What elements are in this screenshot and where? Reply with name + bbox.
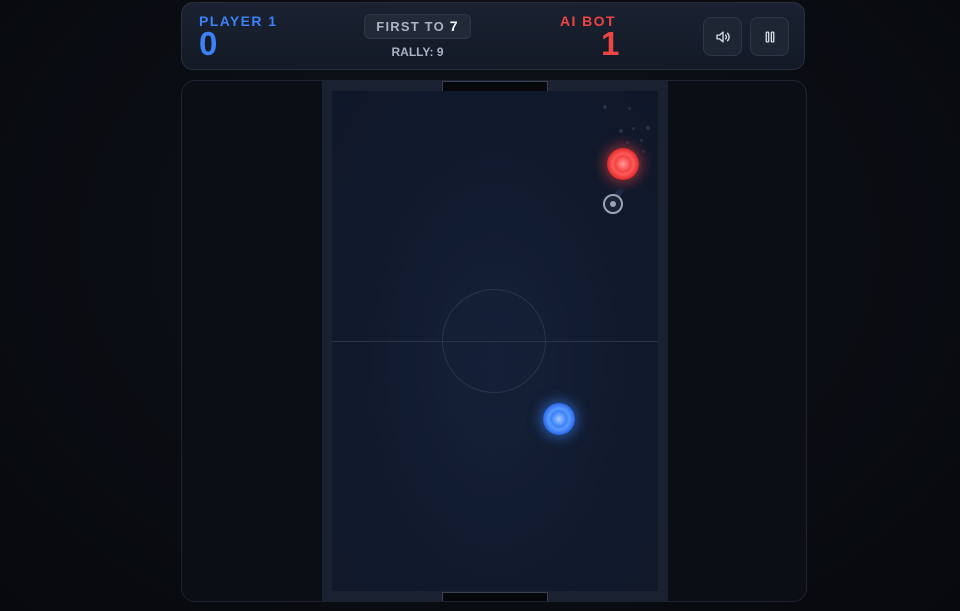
- rally-counter: RALLY: 9: [391, 45, 444, 59]
- puck-trail-dot: [628, 107, 631, 110]
- ai-score: 1: [601, 25, 620, 62]
- player-goal: [442, 592, 548, 601]
- pause-button[interactable]: [750, 17, 789, 56]
- sound-button[interactable]: [703, 17, 742, 56]
- player1-score: 0: [199, 25, 218, 62]
- player-paddle[interactable]: [543, 403, 575, 435]
- game-arena: [181, 80, 807, 602]
- puck-trail-dot: [626, 141, 629, 144]
- puck-trail-dot: [619, 129, 623, 133]
- puck-trail-dot: [642, 150, 645, 153]
- puck-trail-dot: [640, 139, 643, 142]
- puck: [603, 194, 623, 214]
- air-hockey-table[interactable]: [322, 81, 668, 601]
- center-circle: [442, 289, 546, 393]
- pause-icon: [765, 30, 774, 43]
- puck-trail-dot: [632, 127, 635, 130]
- first-to-value: 7: [449, 18, 459, 34]
- scoreboard: PLAYER 1 0 FIRST TO 7 RALLY: 9 AI BOT 1: [181, 2, 805, 70]
- ai-paddle: [607, 148, 639, 180]
- puck-trail-dot: [603, 105, 607, 109]
- first-to-label: FIRST TO: [376, 19, 445, 34]
- first-to-badge: FIRST TO 7: [364, 14, 471, 39]
- speaker-icon: [715, 30, 730, 43]
- puck-trail-dot: [646, 126, 650, 130]
